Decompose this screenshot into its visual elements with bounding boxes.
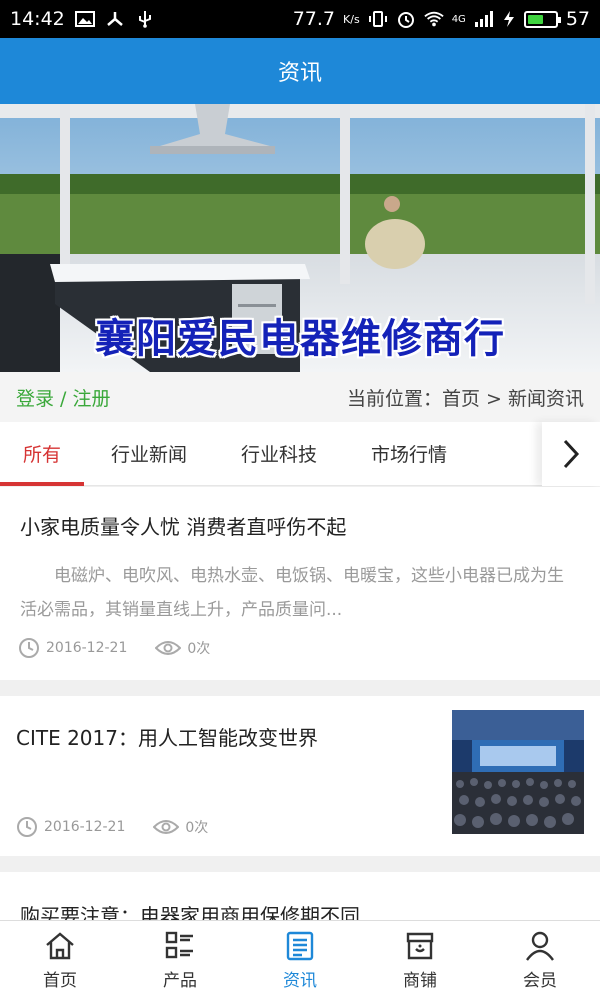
status-time: 14:42 — [10, 8, 65, 30]
title-bar: 资讯 — [0, 38, 600, 104]
battery-icon — [523, 10, 561, 28]
nav-label: 首页 — [43, 971, 77, 991]
tab-industry-tech[interactable]: 行业科技 — [214, 422, 344, 486]
share-icon — [106, 12, 123, 26]
article-item[interactable]: CITE 2017：用人工智能改变世界 2016-12-21 0次 — [0, 696, 600, 856]
chevron-right-icon — [563, 439, 580, 469]
image-icon — [74, 11, 95, 27]
usb-icon — [138, 11, 151, 28]
clock-icon — [17, 817, 37, 837]
store-icon — [406, 932, 434, 960]
nav-label: 产品 — [163, 971, 197, 991]
tabs-more-button[interactable] — [542, 422, 600, 486]
tab-label: 市场行情 — [370, 444, 447, 466]
article-meta: 2016-12-21 0次 — [18, 637, 210, 659]
news-icon — [286, 931, 314, 961]
article-views: 0次 — [185, 820, 209, 836]
banner-headline: 襄阳爱民电器维修商行 — [95, 315, 505, 362]
tab-label: 所有 — [22, 444, 61, 466]
nav-store[interactable]: 商铺 — [360, 921, 480, 1000]
network-speed-unit: K/s — [343, 12, 360, 26]
tab-label: 行业科技 — [240, 444, 317, 466]
network-speed: 77.7 — [292, 8, 336, 30]
eye-icon — [155, 641, 182, 655]
battery-level: 57 — [565, 8, 590, 30]
signal-icon — [474, 11, 493, 27]
page-title: 资讯 — [277, 61, 322, 86]
charging-icon — [503, 11, 514, 27]
tab-all[interactable]: 所有 — [0, 422, 84, 486]
user-icon — [526, 931, 554, 961]
breadcrumb: 当前位置：首页 > 新闻资讯 — [347, 387, 584, 410]
tab-market[interactable]: 市场行情 — [344, 422, 474, 486]
nav-member[interactable]: 会员 — [480, 921, 600, 1000]
home-icon — [46, 932, 74, 960]
wifi-icon — [424, 11, 444, 27]
vibrate-icon — [368, 11, 387, 27]
eye-icon — [153, 820, 180, 834]
login-register-link[interactable]: 登录 / 注册 — [16, 384, 110, 411]
article-views: 0次 — [187, 641, 211, 657]
nav-news[interactable]: 资讯 — [240, 921, 360, 1000]
article-title: CITE 2017：用人工智能改变世界 — [16, 726, 318, 750]
location-bar: 登录 / 注册 当前位置：首页 > 新闻资讯 — [0, 372, 600, 422]
article-meta: 2016-12-21 0次 — [16, 816, 208, 838]
clock-icon — [19, 638, 39, 658]
conference-photo — [452, 710, 584, 834]
article-date: 2016-12-21 — [44, 819, 126, 835]
alarm-icon — [397, 12, 414, 28]
article-summary: 电磁炉、电吹风、电热水壶、电饭锅、电暖宝，这些小电器已成为生活必需品，其销量直线… — [20, 566, 564, 620]
article-thumbnail — [452, 710, 584, 834]
status-bar: 14:42 77.7 K/s 4G 57 — [0, 0, 600, 38]
category-tabs: 所有 行业新闻 行业科技 市场行情 — [0, 422, 600, 486]
list-icon — [165, 931, 193, 959]
nav-label: 资讯 — [283, 971, 317, 991]
nav-products[interactable]: 产品 — [120, 921, 240, 1000]
network-type: 4G — [451, 13, 466, 25]
bottom-tab-bar: 首页 产品 资讯 商铺 会员 — [0, 920, 600, 1000]
article-title: 小家电质量令人忧 消费者直呼伤不起 — [20, 515, 347, 539]
tab-label: 行业新闻 — [110, 444, 187, 466]
banner[interactable]: 襄阳爱民电器维修商行 — [0, 104, 600, 372]
nav-home[interactable]: 首页 — [0, 921, 120, 1000]
article-item[interactable]: 小家电质量令人忧 消费者直呼伤不起 电磁炉、电吹风、电热水壶、电饭锅、电暖宝，这… — [0, 487, 600, 680]
article-date: 2016-12-21 — [46, 640, 128, 656]
tab-industry-news[interactable]: 行业新闻 — [84, 422, 214, 486]
nav-label: 会员 — [523, 971, 557, 991]
nav-label: 商铺 — [403, 971, 437, 991]
